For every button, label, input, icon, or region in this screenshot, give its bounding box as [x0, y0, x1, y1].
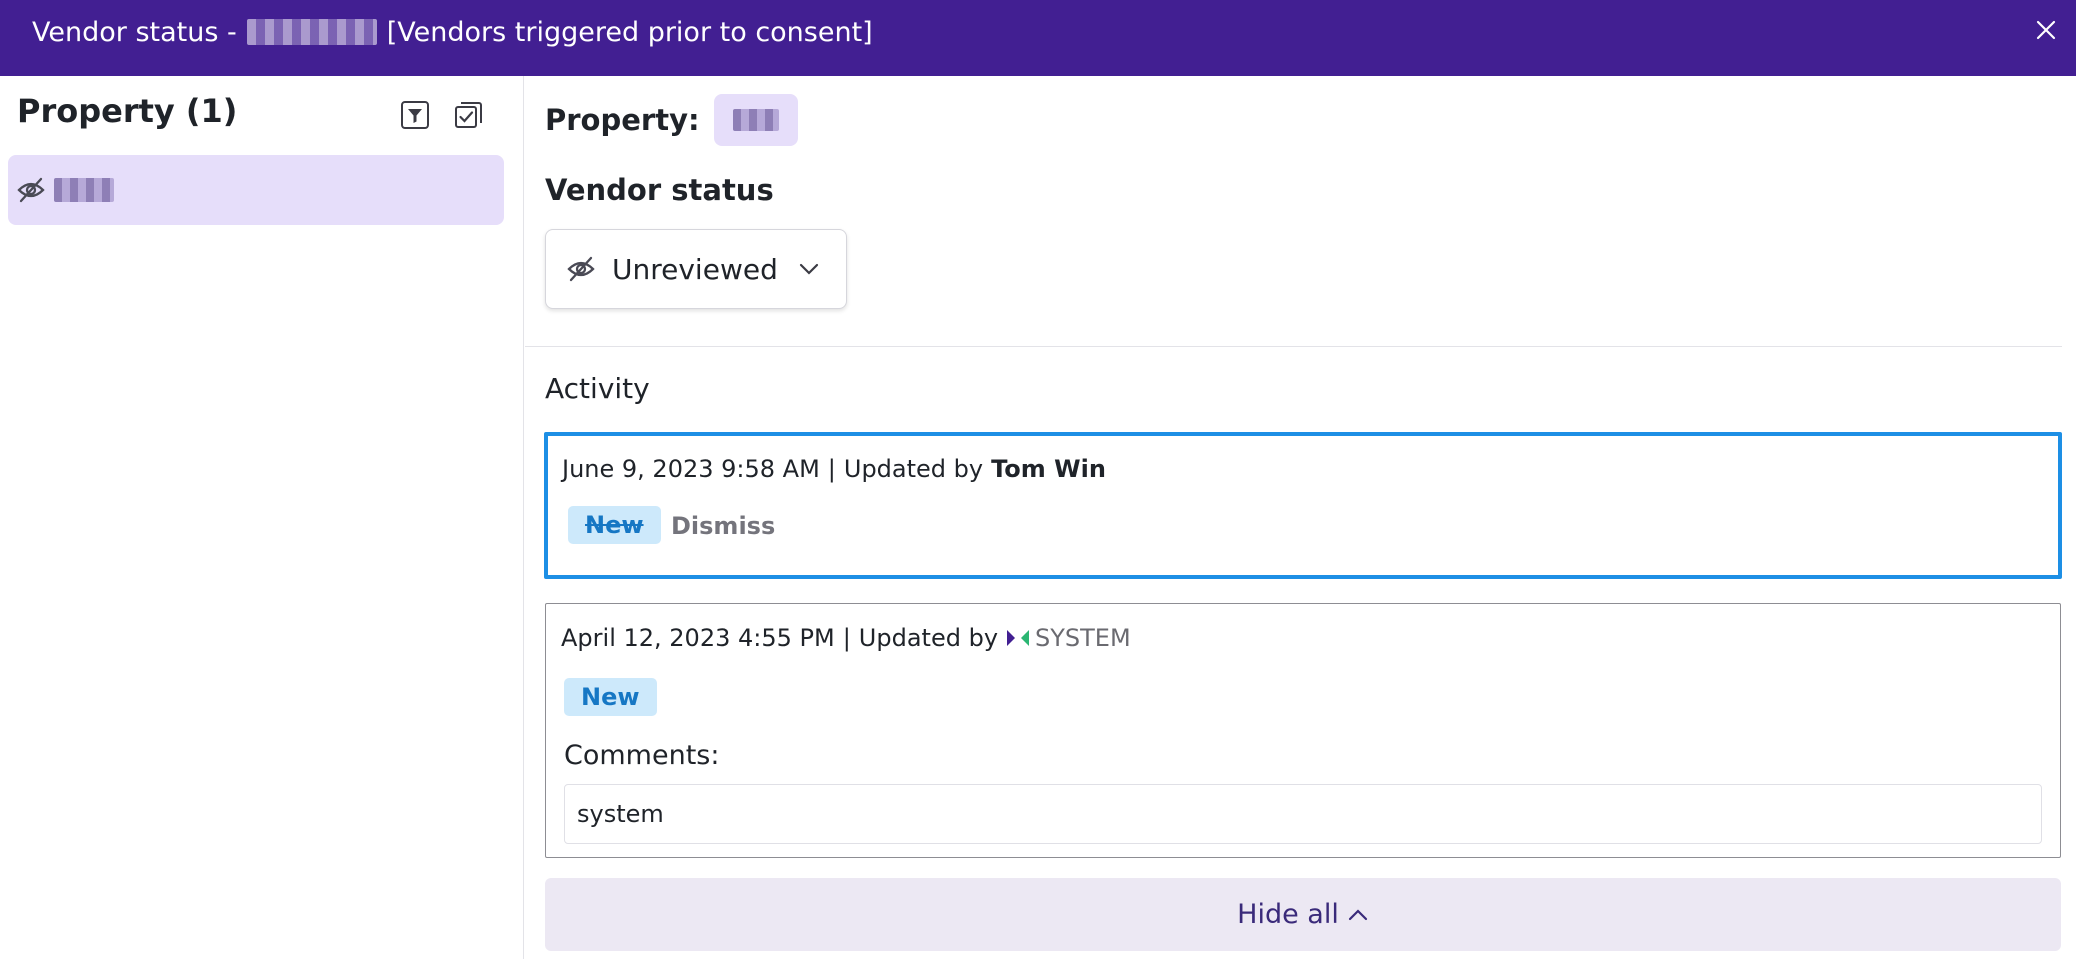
hide-all-button[interactable]: Hide all: [545, 878, 2061, 951]
comments-label: Comments:: [564, 740, 720, 771]
vendor-status-value: Unreviewed: [612, 252, 778, 286]
vendor-status-label: Vendor status: [545, 173, 774, 207]
redacted-property-name: [54, 178, 114, 202]
vendor-status-dropdown[interactable]: Unreviewed: [545, 229, 847, 309]
property-row: Property:: [545, 94, 798, 146]
activity-user: SYSTEM: [1035, 624, 1131, 652]
modal-header: Vendor status - [Vendors triggered prior…: [0, 0, 2076, 76]
redacted-property-name: [732, 109, 779, 131]
chevron-down-icon: [799, 263, 818, 275]
status-badge: New: [564, 678, 657, 716]
chevron-up-icon: [1348, 908, 1367, 920]
hide-all-label: Hide all: [1237, 899, 1339, 930]
redacted-vendor-name: [246, 19, 377, 45]
modal-title: Vendor status - [Vendors triggered prior…: [32, 0, 873, 64]
select-all-icon: [455, 102, 482, 128]
status-badge: New: [568, 506, 661, 544]
property-label: Property:: [545, 103, 700, 137]
title-suffix: [Vendors triggered prior to consent]: [386, 16, 873, 48]
property-chip: [713, 94, 798, 146]
property-list-title: Property (1): [17, 92, 238, 130]
activity-user: Tom Win: [991, 455, 1106, 483]
activity-heading: Activity: [545, 372, 650, 405]
system-logo-icon: [1006, 628, 1030, 648]
section-divider: [525, 346, 2062, 347]
select-all-button[interactable]: [452, 98, 486, 132]
eye-off-icon: [17, 177, 45, 203]
eye-off-icon: [567, 256, 595, 282]
activity-card: June 9, 2023 9:58 AM | Updated by Tom Wi…: [544, 432, 2062, 579]
activity-date: April 12, 2023 4:55 PM: [561, 624, 835, 652]
comments-value: system: [564, 784, 2042, 844]
updated-by-label: Updated by: [858, 624, 999, 652]
activity-date: June 9, 2023 9:58 AM: [562, 455, 820, 483]
meta-separator: |: [827, 455, 836, 483]
updated-by-label: Updated by: [843, 455, 984, 483]
close-button[interactable]: [2030, 14, 2062, 46]
title-prefix: Vendor status -: [32, 16, 237, 48]
activity-meta: June 9, 2023 9:58 AM | Updated by Tom Wi…: [562, 455, 1106, 483]
filter-button[interactable]: [398, 98, 432, 132]
property-list-item[interactable]: [8, 155, 504, 225]
property-list-panel: Property (1): [0, 76, 524, 959]
meta-separator: |: [842, 624, 851, 652]
activity-meta: April 12, 2023 4:55 PM | Updated by SYST…: [561, 624, 1131, 652]
activity-card: April 12, 2023 4:55 PM | Updated by SYST…: [545, 603, 2061, 858]
close-icon: [2036, 20, 2056, 40]
dismiss-button[interactable]: Dismiss: [671, 508, 775, 544]
filter-icon: [401, 101, 429, 129]
vendor-detail-panel: Property: Vendor status Unreviewed Activ…: [525, 76, 2076, 959]
